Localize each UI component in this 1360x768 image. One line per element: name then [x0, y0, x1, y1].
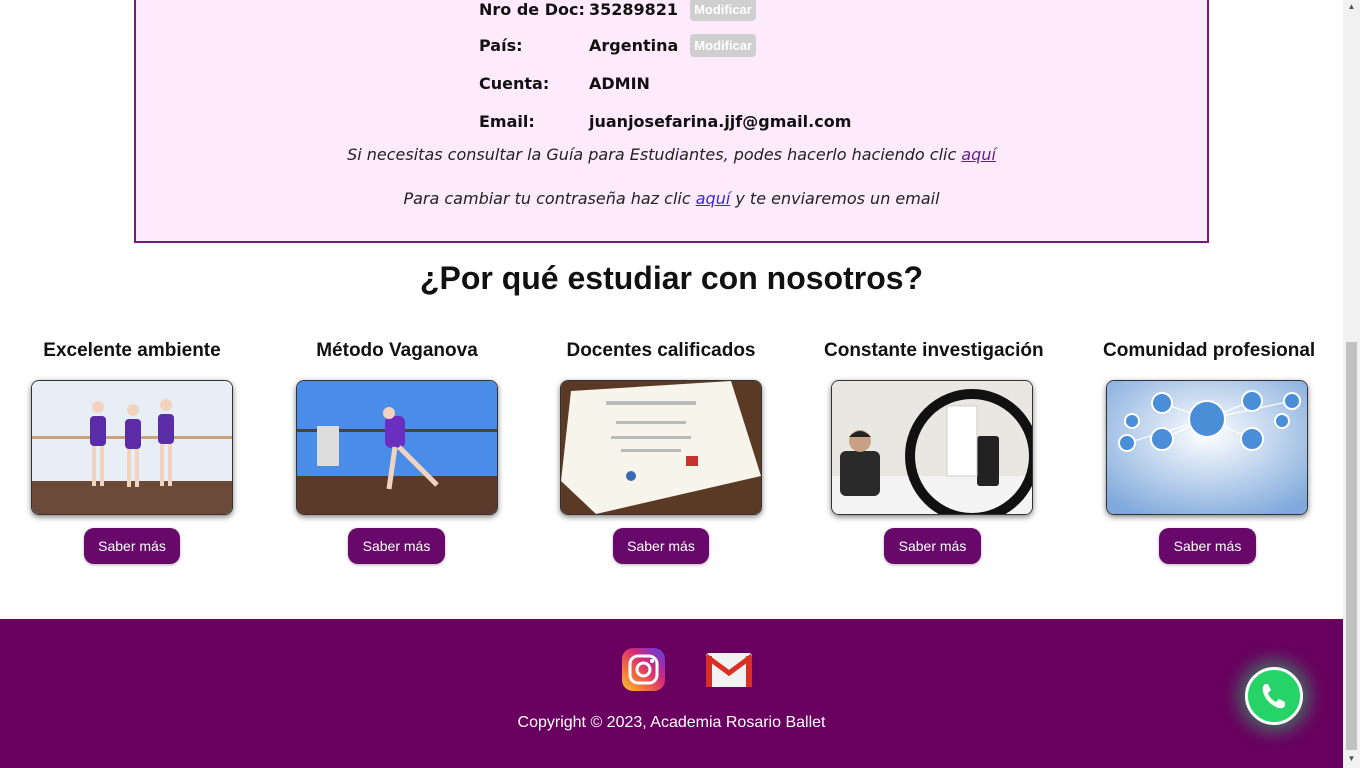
whatsapp-icon[interactable]: [1245, 667, 1303, 725]
community-network-image: [1106, 380, 1308, 515]
card-title: Comunidad profesional: [1103, 340, 1316, 361]
country-label: País:: [479, 35, 523, 55]
guide-info-text: Si necesitas consultar la Guía para Estu…: [136, 145, 1207, 164]
doc-label: Nro de Doc:: [479, 0, 585, 19]
card-ambiente: Excelente ambiente Saber más: [31, 338, 233, 564]
card-docentes: Docentes calificados Saber más: [560, 338, 762, 564]
card-investigacion: Constante investigación Saber más: [824, 338, 1044, 564]
card-title: Docentes calificados: [566, 340, 756, 361]
modify-country-button[interactable]: Modificar: [690, 33, 757, 57]
card-title: Método Vaganova: [316, 340, 478, 361]
password-text-before: Para cambiar tu contraseña haz clic: [403, 189, 691, 208]
vaganova-photo: [296, 380, 498, 515]
card-vaganova: Método Vaganova Saber más: [296, 338, 498, 564]
country-value: Argentina: [589, 35, 679, 55]
gmail-icon[interactable]: [704, 653, 754, 687]
page: Nro de Doc: 35289821 Modificar País: Arg…: [0, 0, 1343, 768]
card-comunidad: Comunidad profesional Saber más: [1103, 338, 1316, 564]
saber-mas-button[interactable]: Saber más: [884, 528, 981, 564]
profile-row-account: Cuenta: ADMIN: [479, 70, 662, 96]
password-reset-link[interactable]: aquí: [696, 189, 731, 208]
scroll-down-arrow-icon[interactable]: ▼: [1346, 754, 1357, 764]
modify-doc-button[interactable]: Modificar: [690, 0, 756, 21]
scroll-up-arrow-icon[interactable]: ▲: [1346, 2, 1357, 12]
account-label: Cuenta:: [479, 73, 550, 93]
guide-text: Si necesitas consultar la Guía para Estu…: [347, 145, 957, 164]
footer: Copyright © 2023, Academia Rosario Balle…: [0, 619, 1343, 768]
card-title: Excelente ambiente: [43, 340, 221, 361]
copyright-text: Copyright © 2023, Academia Rosario Balle…: [517, 714, 826, 731]
doc-value: 35289821: [589, 0, 679, 19]
password-text-after: y te enviaremos un email: [735, 189, 940, 208]
saber-mas-button[interactable]: Saber más: [84, 528, 180, 564]
guide-link[interactable]: aquí: [961, 145, 996, 164]
scrollbar-thumb[interactable]: [1346, 342, 1357, 750]
saber-mas-button[interactable]: Saber más: [348, 528, 445, 564]
password-info-text: Para cambiar tu contraseña haz clic aquí…: [136, 189, 1207, 208]
instagram-icon[interactable]: [622, 648, 665, 691]
profile-row-doc: Nro de Doc: 35289821 Modificar: [479, 0, 756, 22]
profile-row-email: Email: juanjosefarina.jjf@gmail.com: [479, 108, 863, 134]
email-label: Email:: [479, 111, 535, 131]
research-photo: [831, 380, 1033, 515]
dancers-photo: [31, 380, 233, 515]
profile-panel: Nro de Doc: 35289821 Modificar País: Arg…: [134, 0, 1209, 243]
account-value: ADMIN: [589, 73, 650, 93]
certificate-photo: [560, 380, 762, 515]
saber-mas-button[interactable]: Saber más: [1159, 528, 1256, 564]
saber-mas-button[interactable]: Saber más: [613, 528, 709, 564]
email-value: juanjosefarina.jjf@gmail.com: [589, 111, 852, 131]
section-title: ¿Por qué estudiar con nosotros?: [419, 260, 924, 296]
card-title: Constante investigación: [824, 340, 1044, 361]
profile-row-country: País: Argentina Modificar: [479, 32, 757, 58]
